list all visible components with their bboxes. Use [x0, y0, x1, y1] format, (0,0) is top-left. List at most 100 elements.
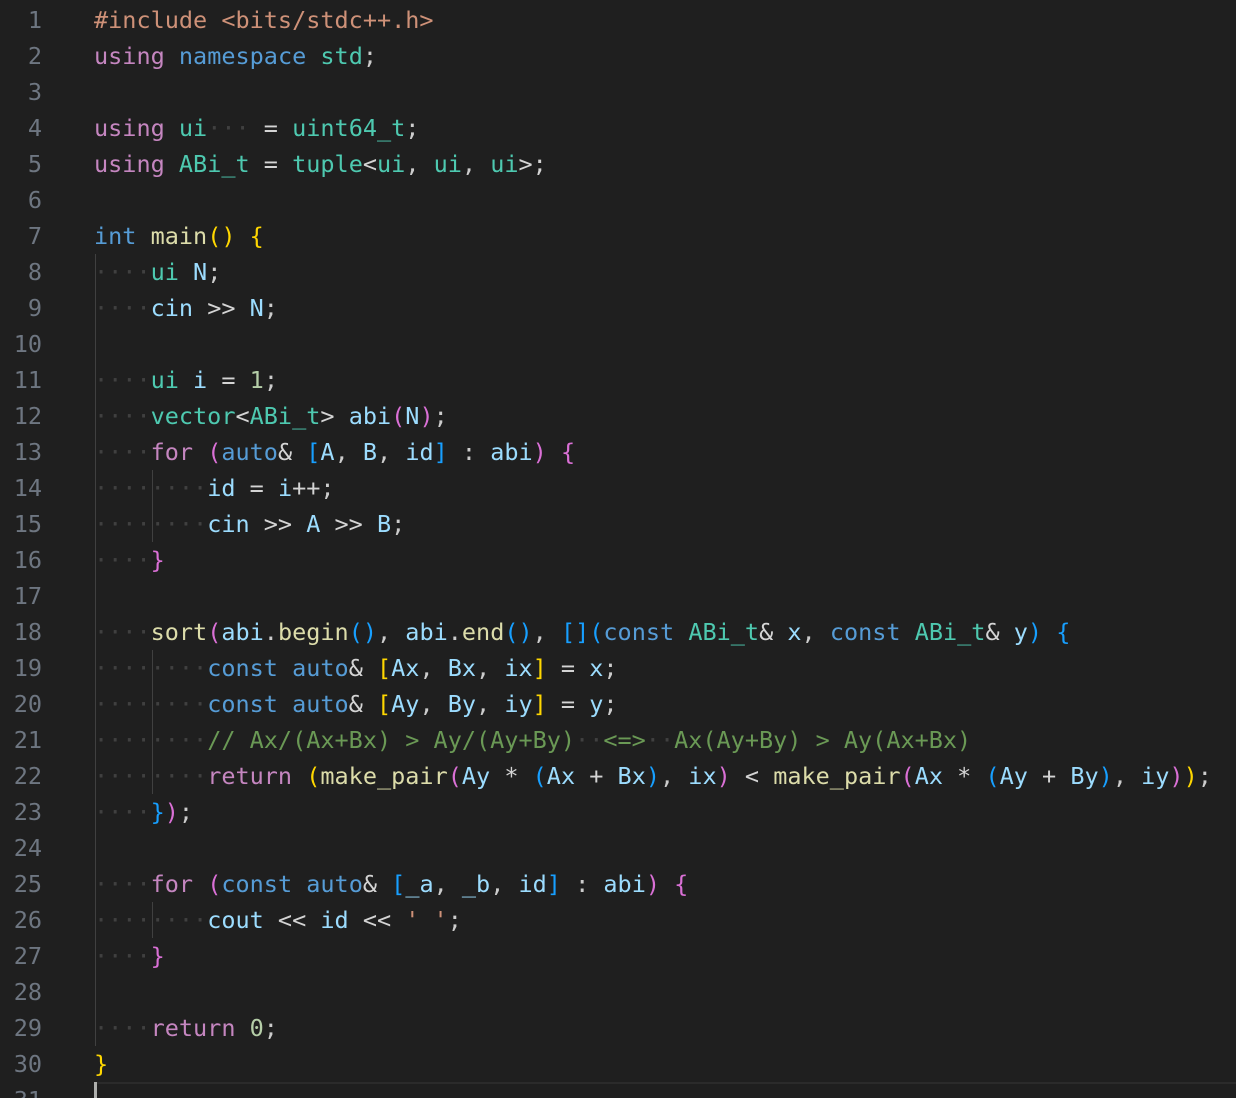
code-line[interactable]: 25 ····for (const auto& [_a, _b, id] : ab… [0, 866, 1236, 902]
code-text[interactable]: ····ui N; [94, 254, 221, 290]
code-token: . [447, 618, 462, 646]
code-text[interactable]: #include <bits/stdc++.h> [94, 2, 434, 38]
code-line[interactable]: 15 ········cin >> A >> B; [0, 506, 1236, 542]
code-token: iy [1141, 762, 1170, 790]
code-line[interactable]: 7 int main() { [0, 218, 1236, 254]
line-number: 15 [13, 510, 42, 538]
code-text[interactable]: using ABi_t = tuple<ui, ui, ui>; [94, 146, 547, 182]
code-text[interactable]: using namespace std; [94, 38, 377, 74]
code-text[interactable]: ····} [94, 938, 165, 974]
code-line[interactable]: 21 ········// Ax/(Ax+Bx) > Ay/(Ay+By)··<=… [0, 722, 1236, 758]
code-token: , [532, 618, 561, 646]
code-line[interactable]: 22 ········return (make_pair(Ay * (Ax + B… [0, 758, 1236, 794]
code-token: ···· [94, 726, 151, 754]
code-line[interactable]: 2 using namespace std; [0, 38, 1236, 74]
code-line[interactable]: 4 using ui··· = uint64_t; [0, 110, 1236, 146]
code-token: ++ [292, 474, 321, 502]
code-text[interactable]: ····cin >> N; [94, 290, 278, 326]
code-text[interactable]: ········return (make_pair(Ay * (Ax + Bx)… [94, 758, 1212, 794]
code-text[interactable]: ········// Ax/(Ax+Bx) > Ay/(Ay+By)··<=>·… [94, 722, 971, 758]
code-line[interactable]: 8 ····ui N; [0, 254, 1236, 290]
code-token: ···· [94, 1014, 151, 1042]
code-line[interactable]: 24 [0, 830, 1236, 866]
code-text[interactable]: ········const auto& [Ax, Bx, ix] = x; [94, 650, 618, 686]
code-token: ) [716, 762, 731, 790]
line-number: 31 [0, 1082, 42, 1098]
code-line[interactable]: 30} [0, 1046, 1236, 1082]
code-line[interactable]: 23 ····}); [0, 794, 1236, 830]
code-token: using [94, 150, 165, 178]
code-line[interactable]: 26 ········cout << id << ' '; [0, 902, 1236, 938]
code-token: >> [193, 294, 250, 322]
code-line[interactable]: 11 ····ui i = 1; [0, 362, 1236, 398]
code-token: namespace [178, 42, 307, 70]
code-token: const [207, 654, 278, 682]
code-token: return [150, 1014, 236, 1042]
code-token: using [94, 114, 165, 142]
code-token: ABi_t [914, 618, 986, 646]
code-line[interactable]: 18 ····sort(abi.begin(), abi.end(), [](co… [0, 614, 1236, 650]
code-line[interactable]: 29 ····return 0; [0, 1010, 1236, 1046]
line-number: 29 [13, 1014, 42, 1042]
code-line[interactable]: 16 ····} [0, 542, 1236, 578]
code-text[interactable]: ····} [94, 542, 165, 578]
code-text[interactable]: using ui··· = uint64_t; [94, 110, 419, 146]
code-line[interactable]: 31 [0, 1082, 1236, 1098]
code-line[interactable]: 9 ····cin >> N; [0, 290, 1236, 326]
code-token: ( [532, 762, 547, 790]
code-token: , [433, 870, 462, 898]
code-token: 1 [249, 366, 264, 394]
line-number: 22 [13, 762, 42, 790]
code-text[interactable]: ····for (auto& [A, B, id] : abi) { [94, 434, 575, 470]
code-text[interactable]: ········cout << id << ' '; [94, 902, 462, 938]
code-token: _a [405, 870, 434, 898]
code-token: ; [433, 402, 448, 430]
code-token: 0 [249, 1014, 264, 1042]
code-line[interactable]: 19 ········const auto& [Ax, Bx, ix] = x; [0, 650, 1236, 686]
code-token: return [207, 762, 293, 790]
code-line[interactable]: 28 [0, 974, 1236, 1010]
code-token: ···· [150, 726, 208, 754]
code-token: y [1013, 618, 1028, 646]
code-line[interactable]: 5 using ABi_t = tuple<ui, ui, ui>; [0, 146, 1236, 182]
code-line[interactable]: 13 ····for (auto& [A, B, id] : abi) { [0, 434, 1236, 470]
code-line[interactable]: 12 ····vector<ABi_t> abi(N); [0, 398, 1236, 434]
code-token: ; [263, 366, 278, 394]
code-text[interactable]: } [94, 1046, 108, 1082]
code-token: () [504, 618, 533, 646]
code-text[interactable]: int main() { [94, 218, 264, 254]
code-token: ( [589, 618, 604, 646]
code-text[interactable]: ····for (const auto& [_a, _b, id] : abi)… [94, 866, 688, 902]
code-line[interactable]: 1 #include <bits/stdc++.h> [0, 2, 1236, 38]
code-text[interactable]: ····sort(abi.begin(), abi.end(), [](cons… [94, 614, 1070, 650]
code-token: x [589, 654, 604, 682]
code-token: [ [376, 654, 392, 682]
code-line[interactable]: 14 ········id = i++; [0, 470, 1236, 506]
code-token: Bx [447, 654, 477, 682]
code-line[interactable]: 27 ····} [0, 938, 1236, 974]
code-line[interactable]: 3 [0, 74, 1236, 110]
code-text[interactable]: ····ui i = 1; [94, 362, 278, 398]
code-token: } [150, 546, 165, 574]
code-text[interactable]: ········id = i++; [94, 470, 335, 506]
code-line[interactable]: 10 [0, 326, 1236, 362]
code-editor[interactable]: 1 #include <bits/stdc++.h> 2 using namespac… [0, 0, 1236, 1098]
code-token: Ax [391, 654, 420, 682]
code-text[interactable]: ········cin >> A >> B; [94, 506, 405, 542]
code-token: , [801, 618, 830, 646]
code-text[interactable]: ····vector<ABi_t> abi(N); [94, 398, 448, 434]
code-token: ABi_t [249, 402, 321, 430]
code-token: { [560, 438, 576, 466]
code-text[interactable]: ····return 0; [94, 1010, 278, 1046]
code-text[interactable]: ····}); [94, 794, 193, 830]
code-line[interactable]: 20 ········const auto& [Ay, By, iy] = y; [0, 686, 1236, 722]
code-token: { [674, 870, 689, 898]
code-text[interactable]: ········const auto& [Ay, By, iy] = y; [94, 686, 618, 722]
code-line[interactable]: 6 [0, 182, 1236, 218]
code-line[interactable]: 17 [0, 578, 1236, 614]
